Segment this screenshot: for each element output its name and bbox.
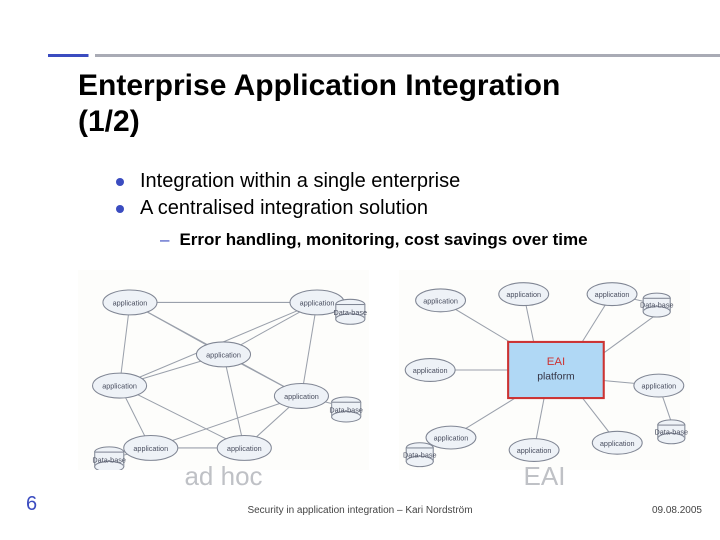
svg-text:Data-base: Data-base — [334, 308, 368, 317]
db-node: Data-base — [92, 447, 126, 470]
svg-text:application: application — [413, 366, 448, 375]
bullet-1: Integration within a single enterprise — [116, 170, 588, 193]
svg-text:Data-base: Data-base — [92, 455, 126, 464]
footer-date: 09.08.2005 — [652, 505, 702, 516]
svg-text:application: application — [113, 299, 148, 308]
svg-text:application: application — [284, 392, 319, 401]
app-node: application — [499, 283, 549, 306]
bullet-list: Integration within a single enterprise A… — [116, 170, 588, 250]
db-node: Data-base — [334, 299, 368, 324]
svg-text:application: application — [227, 444, 262, 453]
app-node: application — [426, 426, 476, 449]
diagram-eai: EAI platform application application app… — [399, 270, 690, 470]
footer-center: Security in application integration – Ka… — [247, 505, 472, 516]
svg-text:application: application — [102, 382, 137, 391]
page-number: 6 — [26, 493, 37, 516]
svg-text:application: application — [423, 296, 458, 305]
bullet-1-text: Integration within a single enterprise — [140, 170, 460, 193]
svg-text:Data-base: Data-base — [640, 301, 674, 310]
eai-caption: EAI — [524, 461, 566, 492]
sub-bullet-1-text: Error handling, monitoring, cost savings… — [179, 230, 587, 250]
app-node: application — [274, 384, 328, 409]
app-node: application — [93, 373, 147, 398]
bullet-2: A centralised integration solution — [116, 197, 588, 220]
app-node: application — [103, 290, 157, 315]
app-node: application — [196, 342, 250, 367]
svg-text:Data-base: Data-base — [329, 406, 363, 415]
eai-label1: EAI — [547, 356, 565, 368]
svg-text:application: application — [517, 446, 552, 455]
bullet-icon — [116, 205, 124, 213]
svg-text:Data-base: Data-base — [403, 450, 437, 459]
eai-platform-box — [508, 342, 604, 398]
svg-text:application: application — [600, 439, 635, 448]
svg-text:application: application — [206, 351, 241, 360]
svg-text:Data-base: Data-base — [655, 427, 689, 436]
db-node: Data-base — [655, 420, 689, 444]
svg-text:application: application — [434, 434, 469, 443]
svg-text:application: application — [133, 444, 168, 453]
svg-text:application: application — [506, 290, 541, 299]
app-node: application — [217, 435, 271, 460]
adhoc-svg: application application Data-base applic… — [78, 270, 369, 470]
app-node: application — [124, 435, 178, 460]
eai-svg: EAI platform application application app… — [399, 270, 690, 470]
svg-text:application: application — [595, 290, 630, 299]
svg-text:application: application — [300, 299, 335, 308]
title-line1: Enterprise Application Integration — [78, 69, 560, 102]
db-node: Data-base — [640, 293, 674, 317]
bullet-icon — [116, 178, 124, 186]
bullet-2-text: A centralised integration solution — [140, 197, 428, 220]
diagram-adhoc: application application Data-base applic… — [78, 270, 369, 470]
db-node: Data-base — [403, 443, 437, 467]
eai-label2: platform — [537, 371, 574, 382]
app-node: application — [587, 283, 637, 306]
app-node: application — [405, 359, 455, 382]
app-node: application — [592, 431, 642, 454]
app-node: application — [634, 374, 684, 397]
title-line2: (1/2) — [78, 105, 140, 138]
svg-text:application: application — [641, 382, 676, 391]
app-node: application — [416, 289, 466, 312]
db-node: Data-base — [329, 397, 363, 422]
sub-bullet-1: – Error handling, monitoring, cost savin… — [160, 230, 588, 250]
page-title: Enterprise Application Integration (1/2) — [78, 68, 560, 140]
dash-icon: – — [160, 230, 169, 250]
app-node: application — [509, 439, 559, 462]
header-rule — [48, 54, 720, 57]
diagrams-row: application application Data-base applic… — [78, 270, 690, 470]
adhoc-caption: ad hoc — [184, 461, 262, 492]
